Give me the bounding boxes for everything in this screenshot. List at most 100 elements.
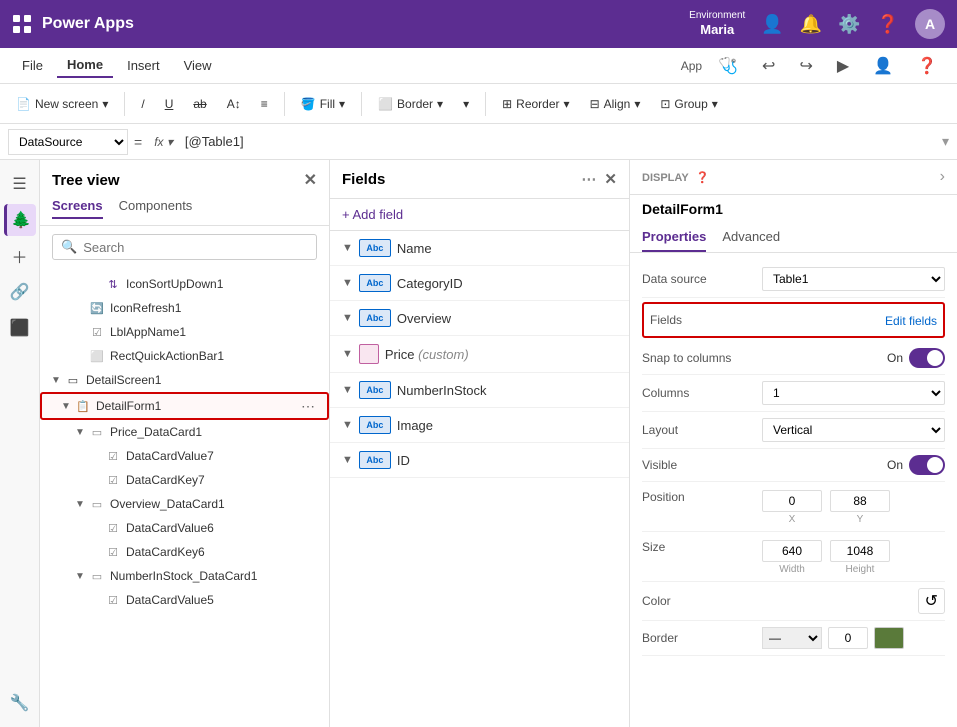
person-outline-icon[interactable]: 👤 (761, 14, 783, 35)
tree-item-dataCardValue7[interactable]: ☑ DataCardValue7 (40, 444, 329, 468)
redo-icon[interactable]: ↪ (791, 52, 820, 80)
tree-item-numberInStock-datacard1[interactable]: ▼ ▭ NumberInStock_DataCard1 (40, 564, 329, 588)
size-height-input[interactable] (830, 540, 890, 562)
person-icon[interactable]: 👤 (865, 52, 901, 80)
help-icon[interactable]: ❓ (877, 14, 899, 35)
item-context-menu[interactable]: ⋯ (297, 398, 319, 415)
sidebar-plus-icon[interactable]: ＋ (4, 240, 36, 272)
menu-home[interactable]: Home (57, 53, 113, 78)
menu-file[interactable]: File (12, 54, 53, 77)
main-area: ☰ 🌲 ＋ 🔗 ⬛ 🔧 Tree view ✕ Screens Componen… (0, 160, 957, 727)
field-item-numberinstock[interactable]: ▼ Abc NumberInStock (330, 373, 629, 408)
field-badge-custom (359, 344, 379, 364)
more-btn[interactable]: ▾ (455, 93, 477, 115)
align-btn[interactable]: ≡ (253, 93, 276, 115)
position-x-input[interactable] (762, 490, 822, 512)
strikethrough-btn[interactable]: ab (185, 93, 214, 115)
position-y-input[interactable] (830, 490, 890, 512)
tree-item-iconSortUpDown1[interactable]: ⇅ IconSortUpDown1 (40, 272, 329, 296)
tree-item-overview-datacard1[interactable]: ▼ ▭ Overview_DataCard1 (40, 492, 329, 516)
field-item-price[interactable]: ▼ Price (custom) (330, 336, 629, 373)
settings-icon[interactable]: ⚙️ (838, 14, 860, 35)
toggle-icon[interactable]: ▼ (72, 571, 88, 582)
field-item-id[interactable]: ▼ Abc ID (330, 443, 629, 478)
menu-view[interactable]: View (174, 54, 222, 77)
search-input[interactable] (83, 240, 308, 255)
prop-value-columns: 1 (762, 381, 945, 405)
fill-button[interactable]: 🪣 Fill ▾ (293, 93, 353, 115)
tree-item-lblAppName1[interactable]: ☑ LblAppName1 (40, 320, 329, 344)
fields-close-icon[interactable]: ✕ (604, 170, 617, 188)
border-color-swatch[interactable] (874, 627, 904, 649)
border-style-select[interactable]: — (762, 627, 822, 649)
tree-item-detailScreen1[interactable]: ▼ ▭ DetailScreen1 (40, 368, 329, 392)
fx-button[interactable]: fx ▾ (148, 133, 179, 151)
tree-item-dataCardValue5[interactable]: ☑ DataCardValue5 (40, 588, 329, 612)
menu-insert[interactable]: Insert (117, 54, 170, 77)
sidebar-menu-icon[interactable]: ☰ (4, 168, 36, 200)
group-button[interactable]: ⊡ Group ▾ (652, 93, 725, 115)
sidebar-media-icon[interactable]: ⬛ (4, 312, 36, 344)
new-screen-button[interactable]: 📄 New screen ▾ (8, 93, 116, 115)
add-field-button[interactable]: + Add field (330, 199, 629, 231)
sidebar-data-icon[interactable]: 🔗 (4, 276, 36, 308)
tree-item-dataCardKey6[interactable]: ☑ DataCardKey6 (40, 540, 329, 564)
undo-icon[interactable]: ↩ (754, 52, 783, 80)
formula-input[interactable] (185, 134, 936, 149)
play-icon[interactable]: ▶ (829, 52, 857, 80)
toggle-icon[interactable]: ▼ (72, 427, 88, 438)
align-label: Align (604, 97, 631, 111)
size-width-input[interactable] (762, 540, 822, 562)
border-button[interactable]: ⬜ Border ▾ (370, 93, 451, 115)
columns-select[interactable]: 1 (762, 381, 945, 405)
formula-expand-icon[interactable]: ▾ (942, 133, 949, 150)
tab-components[interactable]: Components (119, 198, 193, 219)
toggle-icon[interactable]: ▼ (72, 499, 88, 510)
toggle-icon[interactable]: ▼ (58, 401, 74, 412)
fields-more-icon[interactable]: ⋯ (581, 170, 596, 188)
field-item-image[interactable]: ▼ Abc Image (330, 408, 629, 443)
datasource-select[interactable]: Table1 (762, 267, 945, 291)
field-item-overview[interactable]: ▼ Abc Overview (330, 301, 629, 336)
field-selector[interactable]: DataSource (8, 129, 128, 155)
align-button[interactable]: ⊟ Align ▾ (582, 93, 649, 115)
toggle-icon[interactable]: ▼ (48, 375, 64, 386)
avatar[interactable]: A (915, 9, 945, 39)
visible-toggle[interactable] (909, 455, 945, 475)
tab-screens[interactable]: Screens (52, 198, 103, 219)
tree-item-price-datacard1[interactable]: ▼ ▭ Price_DataCard1 (40, 420, 329, 444)
reorder-button[interactable]: ⊞ Reorder ▾ (494, 93, 577, 115)
prop-columns: Columns 1 (642, 375, 945, 412)
field-item-name[interactable]: ▼ Abc Name (330, 231, 629, 266)
edit-icon-btn[interactable]: / (133, 93, 152, 115)
tree-item-dataCardKey7[interactable]: ☑ DataCardKey7 (40, 468, 329, 492)
field-name: Price (custom) (385, 347, 617, 362)
tree-item-rectQuickActionBar1[interactable]: ⬜ RectQuickActionBar1 (40, 344, 329, 368)
tab-advanced[interactable]: Advanced (722, 223, 780, 252)
border-value-input[interactable] (828, 627, 868, 649)
edit-fields-link[interactable]: Edit fields (885, 314, 937, 328)
toolbar: 📄 New screen ▾ / U ab A↕ ≡ 🪣 Fill ▾ ⬜ Bo… (0, 84, 957, 124)
underline-btn[interactable]: U (157, 93, 182, 115)
notification-icon[interactable]: 🔔 (800, 14, 822, 35)
menu-bar: File Home Insert View App 🩺 ↩ ↪ ▶ 👤 ❓ (0, 48, 957, 84)
layout-select[interactable]: Vertical (762, 418, 945, 442)
tree-item-iconRefresh1[interactable]: 🔄 IconRefresh1 (40, 296, 329, 320)
field-item-categoryid[interactable]: ▼ Abc CategoryID (330, 266, 629, 301)
help-circle-icon[interactable]: ❓ (696, 172, 710, 184)
width-label: Width (779, 564, 805, 575)
apps-icon[interactable] (12, 14, 32, 34)
expand-panel-icon[interactable]: › (940, 168, 945, 186)
help-topbar-icon[interactable]: ❓ (909, 52, 945, 80)
sidebar-publish-icon[interactable]: 🔧 (4, 687, 36, 719)
font-size-btn[interactable]: A↕ (219, 93, 249, 115)
tree-panel-close[interactable]: ✕ (304, 170, 317, 190)
color-picker-icon[interactable]: ↺ (918, 588, 945, 614)
tab-properties[interactable]: Properties (642, 223, 706, 252)
sidebar-tree-icon[interactable]: 🌲 (4, 204, 36, 236)
tree-item-dataCardValue6[interactable]: ☑ DataCardValue6 (40, 516, 329, 540)
item-icon-input2: ☑ (104, 471, 122, 489)
tree-item-detailForm1[interactable]: ▼ 📋 DetailForm1 ⋯ (40, 392, 329, 420)
snap-toggle[interactable] (909, 348, 945, 368)
stethoscope-icon[interactable]: 🩺 (710, 52, 746, 80)
